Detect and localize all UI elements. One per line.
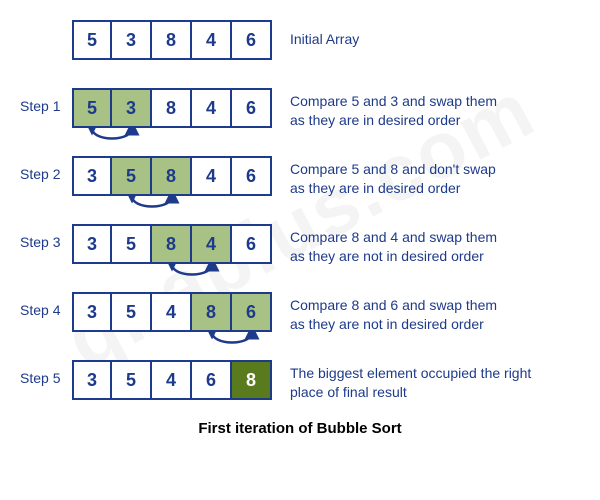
array: 35846: [72, 156, 272, 196]
array-wrap: 35486: [72, 292, 272, 332]
desc-line: as they are not in desired order: [290, 247, 580, 266]
array: 35486: [72, 292, 272, 332]
cell: 6: [192, 360, 232, 400]
cell: 5: [112, 360, 152, 400]
cell: 4: [192, 88, 232, 128]
desc: The biggest element occupied the rightpl…: [290, 360, 580, 402]
cell: 5: [112, 224, 152, 264]
cell: 8: [152, 156, 192, 196]
desc-line: as they are in desired order: [290, 179, 580, 198]
desc-line: as they are in desired order: [290, 111, 580, 130]
cell: 3: [72, 224, 112, 264]
array: 35468: [72, 360, 272, 400]
cell: 4: [152, 292, 192, 332]
desc-line: place of final result: [290, 383, 580, 402]
cell: 8: [232, 360, 272, 400]
cell: 8: [152, 20, 192, 60]
array: 53846: [72, 88, 272, 128]
step-label: Step 2: [20, 156, 72, 182]
desc-line: Compare 8 and 4 and swap them: [290, 228, 580, 247]
row-initial: 5 3 8 4 6 Initial Array: [20, 20, 580, 74]
cell: 6: [232, 156, 272, 196]
cell: 6: [232, 292, 272, 332]
desc-line: The biggest element occupied the right: [290, 364, 580, 383]
cell: 4: [192, 224, 232, 264]
array: 35846: [72, 224, 272, 264]
array-wrap: 35846: [72, 156, 272, 196]
cell: 4: [192, 20, 232, 60]
row-step: Step 435486 Compare 8 and 6 and swap them…: [20, 292, 580, 346]
row-step: Step 235846 Compare 5 and 8 and don't swa…: [20, 156, 580, 210]
desc-line: as they are not in desired order: [290, 315, 580, 334]
swap-arrow-icon: [152, 262, 232, 284]
cell: 3: [72, 292, 112, 332]
array-initial: 5 3 8 4 6: [72, 20, 272, 60]
desc-line: Compare 5 and 3 and swap them: [290, 92, 580, 111]
cell: 5: [72, 88, 112, 128]
cell: 5: [112, 156, 152, 196]
cell: 5: [72, 20, 112, 60]
step-label: Step 5: [20, 360, 72, 386]
desc-line: Compare 8 and 6 and swap them: [290, 296, 580, 315]
row-step: Step 153846 Compare 5 and 3 and swap them…: [20, 88, 580, 142]
desc: Compare 5 and 3 and swap themas they are…: [290, 88, 580, 130]
cell: 5: [112, 292, 152, 332]
cell: 3: [112, 20, 152, 60]
row-step: Step 535468 The biggest element occupied …: [20, 360, 580, 414]
cell: 6: [232, 20, 272, 60]
step-label: Step 4: [20, 292, 72, 318]
cell: 8: [192, 292, 232, 332]
desc-line: Compare 5 and 8 and don't swap: [290, 160, 580, 179]
cell: 3: [112, 88, 152, 128]
cell: 4: [152, 360, 192, 400]
step-label: Step 1: [20, 88, 72, 114]
array-wrap: 35468: [72, 360, 272, 400]
array-wrap: 35846: [72, 224, 272, 264]
array-wrap: 53846: [72, 88, 272, 128]
swap-arrow-icon: [112, 194, 192, 216]
swap-arrow-icon: [192, 330, 272, 352]
row-step: Step 335846 Compare 8 and 4 and swap them…: [20, 224, 580, 278]
cell: 8: [152, 88, 192, 128]
cell: 6: [232, 224, 272, 264]
step-label: Step 3: [20, 224, 72, 250]
cell: 3: [72, 156, 112, 196]
cell: 3: [72, 360, 112, 400]
caption: First iteration of Bubble Sort: [20, 420, 580, 437]
swap-arrow-icon: [72, 126, 152, 148]
cell: 6: [232, 88, 272, 128]
desc: Compare 8 and 6 and swap themas they are…: [290, 292, 580, 334]
desc: Compare 5 and 8 and don't swapas they ar…: [290, 156, 580, 198]
desc: Compare 8 and 4 and swap themas they are…: [290, 224, 580, 266]
step-label-initial: [20, 20, 72, 30]
cell: 8: [152, 224, 192, 264]
desc-initial: Initial Array: [290, 20, 580, 49]
cell: 4: [192, 156, 232, 196]
array-wrap-initial: 5 3 8 4 6: [72, 20, 272, 60]
